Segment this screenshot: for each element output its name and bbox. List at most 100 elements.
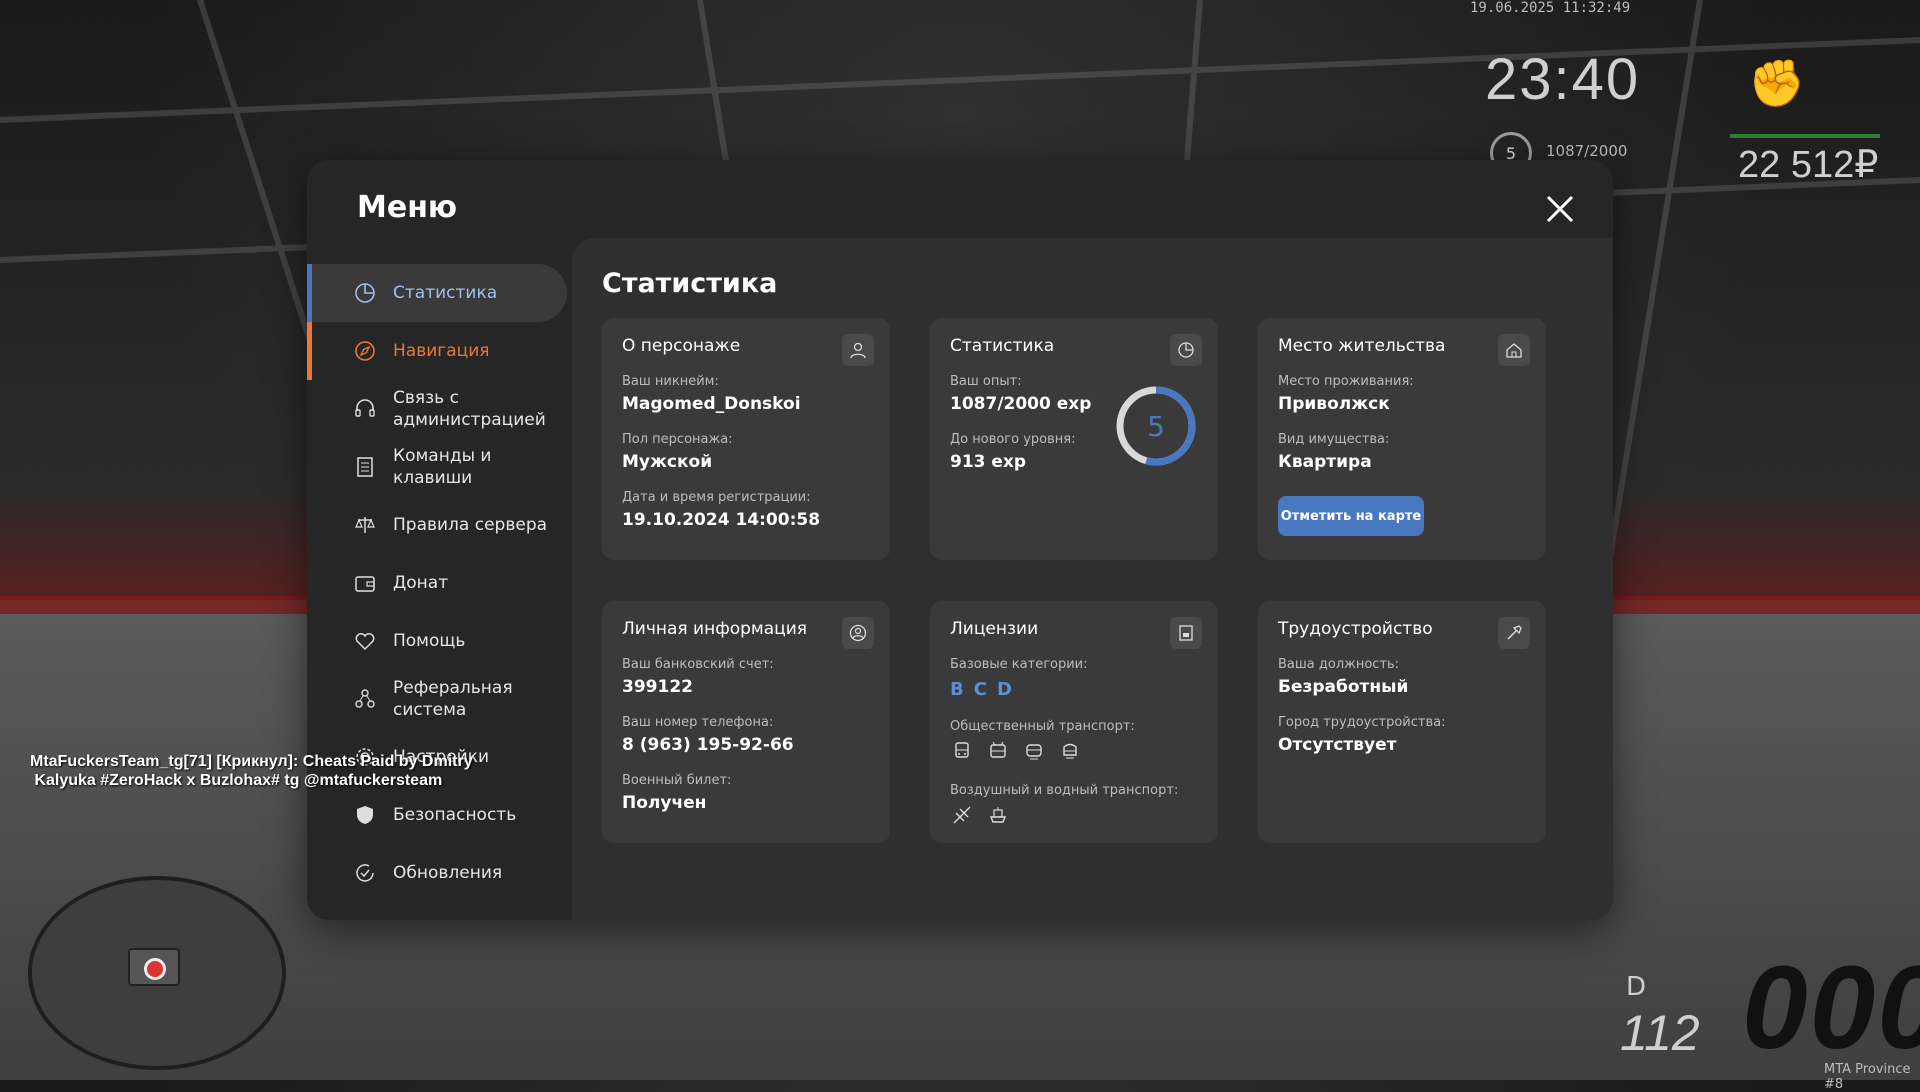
military-id-value: Получен xyxy=(622,793,707,813)
content-title: Статистика xyxy=(602,268,778,299)
sidebar-item-label: Навигация xyxy=(393,341,490,361)
headset-icon xyxy=(353,397,377,421)
air-water-transport-icons xyxy=(950,803,1010,827)
position-value: Безработный xyxy=(1278,677,1409,697)
tram-icon xyxy=(1022,739,1046,763)
hud-gear: D xyxy=(1626,972,1647,1002)
residence-place-label: Место проживания: xyxy=(1278,374,1414,389)
metro-icon xyxy=(1058,739,1082,763)
hud-money: 22 512₽ xyxy=(1738,144,1879,186)
menu-title: Меню xyxy=(357,190,458,225)
sidebar-item-label: Правила сервера xyxy=(393,515,548,535)
chat-overlay-text: MtaFuckersTeam_tg[71] [Крикнул]: Cheats … xyxy=(30,753,473,789)
user-icon xyxy=(842,334,874,366)
scales-icon xyxy=(353,513,377,537)
compass-icon xyxy=(353,339,377,363)
military-id-label: Военный билет: xyxy=(622,773,732,788)
user-circle-icon xyxy=(842,617,874,649)
plane-icon xyxy=(950,803,974,827)
close-button[interactable] xyxy=(1543,192,1577,226)
phone-value: 8 (963) 195-92-66 xyxy=(622,735,794,755)
sidebar-item-label: Реферальная система xyxy=(393,678,513,720)
refresh-check-icon xyxy=(353,861,377,885)
license-category: C xyxy=(973,679,987,700)
sidebar-item-commands[interactable]: Команды и клавиши xyxy=(307,438,567,496)
hud-health-bar xyxy=(1730,134,1880,138)
hud-server-name: MTA Province #8 xyxy=(1824,1062,1911,1092)
sidebar-item-admin-contact[interactable]: Связь с администрацией xyxy=(307,380,567,438)
next-level-label: До нового уровня: xyxy=(950,432,1076,447)
sidebar-item-label: Обновления xyxy=(393,863,503,883)
level-ring: 5 xyxy=(1116,386,1196,466)
residence-place-value: Приволжск xyxy=(1278,394,1390,414)
sidebar-item-label: Безопасность xyxy=(393,805,517,825)
level-number: 5 xyxy=(1147,410,1165,443)
card-title: Лицензии xyxy=(950,619,1039,639)
close-icon xyxy=(1546,195,1574,223)
air-water-transport-label: Воздушный и водный транспорт: xyxy=(950,783,1179,798)
position-label: Ваша должность: xyxy=(1278,657,1400,672)
card-job: Трудоустройство Ваша должность: Безработ… xyxy=(1258,601,1546,843)
minimap-player-icon xyxy=(144,958,166,980)
bank-account-label: Ваш банковский счет: xyxy=(622,657,774,672)
card-about: О персонаже Ваш никнейм: Magomed_Donskoi… xyxy=(602,318,890,560)
sidebar-item-label: Донат xyxy=(393,573,449,593)
exp-value: 1087/2000 exp xyxy=(950,394,1092,414)
sidebar-item-referral[interactable]: Реферальная система xyxy=(307,670,567,728)
chart-pie-icon xyxy=(353,281,377,305)
license-category: D xyxy=(996,679,1012,700)
card-stats: Статистика Ваш опыт: 1087/2000 exp До но… xyxy=(930,318,1218,560)
card-title: Личная информация xyxy=(622,619,808,639)
content-panel: Статистика О персонаже Ваш никнейм: Mago… xyxy=(572,238,1613,920)
license-category: B xyxy=(950,679,964,700)
sidebar: Статистика Навигация Связь с администрац… xyxy=(307,264,567,902)
wallet-icon xyxy=(353,571,377,595)
sidebar-item-label: Команды и клавиши xyxy=(393,446,492,488)
sidebar-item-rules[interactable]: Правила сервера xyxy=(307,496,567,554)
gender-label: Пол персонажа: xyxy=(622,432,733,447)
home-icon xyxy=(1498,334,1530,366)
sidebar-item-label: Связь с администрацией xyxy=(393,388,546,430)
nickname-value: Magomed_Donskoi xyxy=(622,394,801,414)
card-title: Статистика xyxy=(950,336,1055,356)
job-city-value: Отсутствует xyxy=(1278,735,1397,755)
next-level-value: 913 exp xyxy=(950,452,1027,472)
card-residence: Место жительства Место проживания: Приво… xyxy=(1258,318,1546,560)
menu-window: Меню Статистика Навигация Связь с админи… xyxy=(307,160,1613,920)
hud-exp: 1087/2000 xyxy=(1546,142,1628,160)
chart-pie-icon xyxy=(1170,334,1202,366)
card-title: О персонаже xyxy=(622,336,741,356)
job-city-label: Город трудоустройства: xyxy=(1278,715,1446,730)
registration-value: 19.10.2024 14:00:58 xyxy=(622,510,821,530)
document-icon xyxy=(353,455,377,479)
card-licenses: Лицензии Базовые категории: B C D Общест… xyxy=(930,601,1218,843)
sidebar-item-help[interactable]: Помощь xyxy=(307,612,567,670)
card-personal: Личная информация Ваш банковский счет: 3… xyxy=(602,601,890,843)
people-network-icon xyxy=(353,687,377,711)
property-type-label: Вид имущества: xyxy=(1278,432,1390,447)
public-transport-icons xyxy=(950,739,1082,763)
fist-icon: ✊ xyxy=(1748,56,1806,110)
mark-on-map-button[interactable]: Отметить на карте xyxy=(1278,496,1424,536)
sidebar-item-statistics[interactable]: Статистика xyxy=(307,264,567,322)
heart-hands-icon xyxy=(353,629,377,653)
exp-label: Ваш опыт: xyxy=(950,374,1022,389)
public-transport-label: Общественный транспорт: xyxy=(950,719,1135,734)
sidebar-item-donate[interactable]: Донат xyxy=(307,554,567,612)
trolleybus-icon xyxy=(986,739,1010,763)
sidebar-item-label: Статистика xyxy=(393,283,498,303)
bank-account-value: 399122 xyxy=(622,677,693,697)
shield-icon xyxy=(353,803,377,827)
sidebar-item-updates[interactable]: Обновления xyxy=(307,844,567,902)
registration-label: Дата и время регистрации: xyxy=(622,490,811,505)
sidebar-item-security[interactable]: Безопасность xyxy=(307,786,567,844)
hud-fuel: 112 xyxy=(1620,1005,1700,1061)
sidebar-item-navigation[interactable]: Навигация xyxy=(307,322,567,380)
nickname-label: Ваш никнейм: xyxy=(622,374,719,389)
card-title: Место жительства xyxy=(1278,336,1446,356)
bus-icon xyxy=(950,739,974,763)
base-categories-label: Базовые категории: xyxy=(950,657,1088,672)
sidebar-item-label: Помощь xyxy=(393,631,466,651)
gender-value: Мужской xyxy=(622,452,713,472)
card-title: Трудоустройство xyxy=(1278,619,1433,639)
